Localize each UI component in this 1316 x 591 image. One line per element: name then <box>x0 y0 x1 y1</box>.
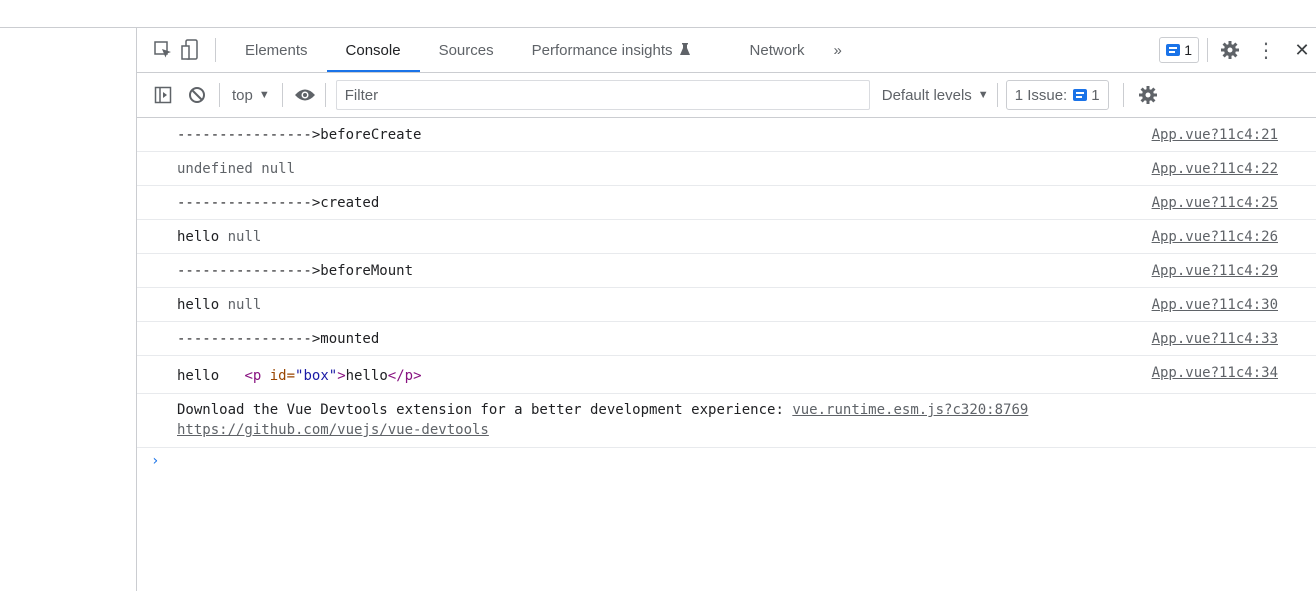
issues-count: 1 <box>1091 86 1100 104</box>
console-message-row: ---------------->beforeMount App.vue?11c… <box>137 254 1316 288</box>
filter-input[interactable] <box>335 80 870 110</box>
close-icon[interactable]: ✕ <box>1288 36 1316 64</box>
live-expression-eye-icon[interactable] <box>291 81 319 109</box>
log-null-value: null <box>227 229 262 245</box>
source-link[interactable]: App.vue?11c4:29 <box>1152 263 1278 279</box>
divider <box>1122 83 1124 107</box>
devtools-message: Download the Vue Devtools extension for … <box>177 402 784 418</box>
issues-badge-count: 1 <box>1184 42 1192 58</box>
context-label: top <box>232 86 253 104</box>
console-message-text: Download the Vue Devtools extension for … <box>177 394 1308 440</box>
device-toolbar-icon[interactable] <box>177 36 205 64</box>
console-message-row: ---------------->created App.vue?11c4:25 <box>137 186 1316 220</box>
console-message-row: hello null App.vue?11c4:26 <box>137 220 1316 254</box>
source-link[interactable]: App.vue?11c4:34 <box>1152 365 1278 381</box>
source-link[interactable]: App.vue?11c4:21 <box>1152 127 1278 143</box>
console-message-text: hello <p id="box">hello</p> <box>177 356 1308 384</box>
divider <box>324 83 326 107</box>
clear-console-icon[interactable] <box>183 81 211 109</box>
console-toolbar: top ▼ Default levels ▼ 1 Issue: 1 <box>137 73 1316 118</box>
tab-performance-insights[interactable]: Performance insights <box>513 28 710 72</box>
sidebar-toggle-icon[interactable] <box>149 81 177 109</box>
flask-icon <box>679 43 691 57</box>
tab-performance-insights-label: Performance insights <box>531 41 673 59</box>
divider <box>996 83 998 107</box>
divider <box>219 83 220 107</box>
tab-console[interactable]: Console <box>326 28 420 72</box>
console-message-text: ---------------->beforeMount <box>177 263 414 279</box>
message-icon <box>1073 89 1088 101</box>
log-value: hello <box>177 368 220 384</box>
log-value: hello <box>177 297 220 313</box>
issues-count-button[interactable]: 1 Issue: 1 <box>1005 80 1109 110</box>
console-message-text: ---------------->mounted <box>177 331 380 347</box>
page-viewport <box>0 0 137 591</box>
devtools-tabbar: Elements Console Sources Performance ins… <box>137 28 1316 73</box>
console-message-row: Download the Vue Devtools extension for … <box>137 394 1316 448</box>
dom-element-node[interactable]: <p id="box">hello</p> <box>244 368 421 384</box>
console-message-row: ---------------->beforeCreate App.vue?11… <box>137 118 1316 152</box>
issues-badge-button[interactable]: 1 <box>1159 37 1199 63</box>
prompt-chevron-icon: › <box>151 453 160 469</box>
issues-label: 1 Issue: <box>1014 86 1068 104</box>
inspect-element-icon[interactable] <box>149 36 177 64</box>
console-message-text: hello null <box>177 220 1308 245</box>
log-levels-dropdown[interactable]: Default levels ▼ <box>882 87 989 104</box>
console-message-text: ---------------->beforeCreate <box>177 127 422 143</box>
browser-top-strip <box>0 0 1316 28</box>
console-message-text: undefined null <box>177 161 296 177</box>
devtools-panel: Elements Console Sources Performance ins… <box>137 28 1316 591</box>
console-message-row: ---------------->mounted App.vue?11c4:33 <box>137 322 1316 356</box>
tab-elements[interactable]: Elements <box>226 28 327 72</box>
console-message-row: hello <p id="box">hello</p> App.vue?11c4… <box>137 356 1316 394</box>
console-output: ---------------->beforeCreate App.vue?11… <box>137 118 1316 478</box>
source-link[interactable]: App.vue?11c4:33 <box>1152 331 1278 347</box>
more-menu-icon[interactable]: ⋮ <box>1252 36 1280 64</box>
source-link[interactable]: App.vue?11c4:26 <box>1152 229 1278 245</box>
tab-sources[interactable]: Sources <box>420 28 513 72</box>
dropdown-arrow-icon: ▼ <box>977 89 989 101</box>
console-prompt-row[interactable]: › <box>137 448 1316 478</box>
divider <box>281 83 283 107</box>
dropdown-arrow-icon: ▼ <box>258 89 270 101</box>
divider <box>215 38 216 62</box>
vue-devtools-link[interactable]: https://github.com/vuejs/vue-devtools <box>177 422 489 438</box>
settings-gear-icon[interactable] <box>1216 36 1244 64</box>
log-value: hello <box>177 229 220 245</box>
context-selector[interactable]: top ▼ <box>228 87 274 104</box>
log-null-value: null <box>227 297 262 313</box>
source-link[interactable]: App.vue?11c4:30 <box>1152 297 1278 313</box>
console-message-text: hello null <box>177 288 1308 313</box>
divider <box>1207 38 1208 62</box>
console-message-row: hello null App.vue?11c4:30 <box>137 288 1316 322</box>
source-link[interactable]: App.vue?11c4:22 <box>1152 161 1278 177</box>
source-link[interactable]: vue.runtime.esm.js?c320:8769 <box>792 402 1028 418</box>
more-tabs-button[interactable]: » <box>824 28 852 72</box>
log-levels-label: Default levels <box>881 86 972 104</box>
console-message-row: undefined null App.vue?11c4:22 <box>137 152 1316 186</box>
console-message-text: ---------------->created <box>177 195 380 211</box>
console-settings-gear-icon[interactable] <box>1134 81 1162 109</box>
tab-network[interactable]: Network <box>710 28 824 72</box>
message-icon <box>1166 44 1181 56</box>
source-link[interactable]: App.vue?11c4:25 <box>1152 195 1278 211</box>
